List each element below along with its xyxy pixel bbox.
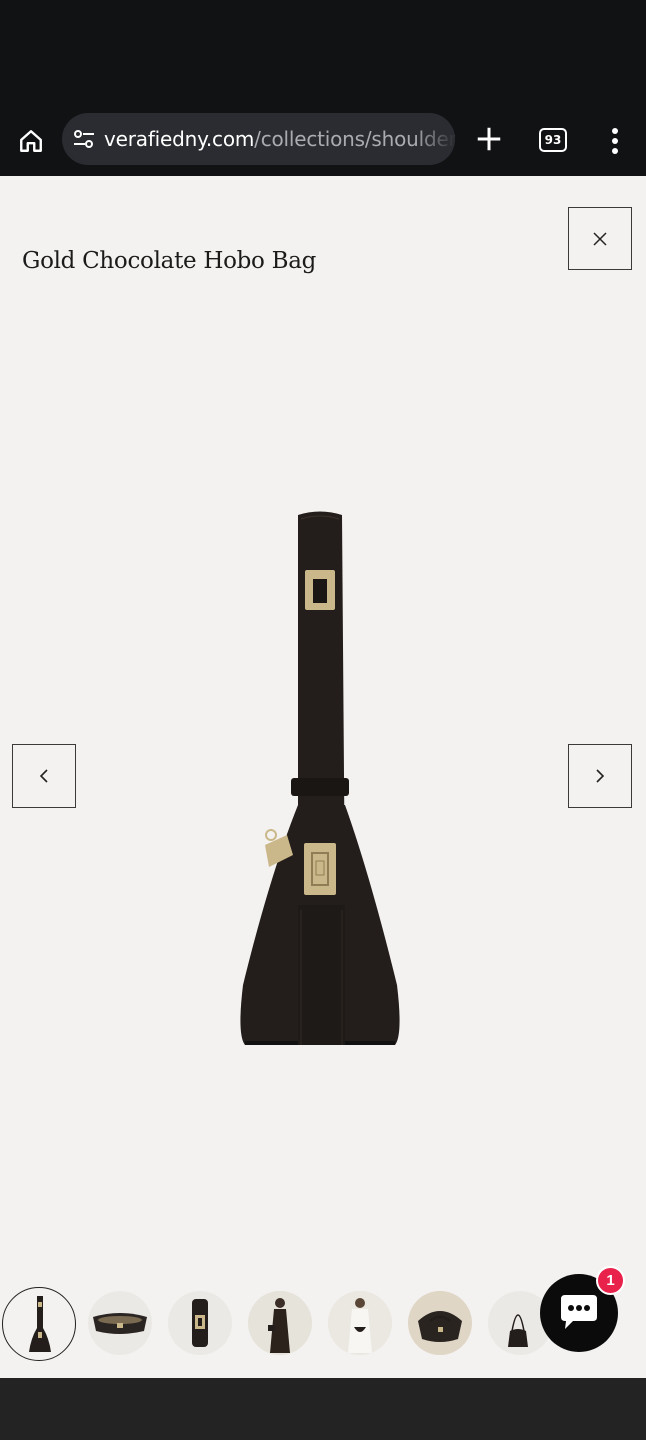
thumbnail-image xyxy=(408,1291,472,1355)
browser-toolbar: verafiedny.com/collections/shoulder- 93 xyxy=(0,110,646,176)
thumbnail-model-white-outfit[interactable] xyxy=(328,1291,392,1355)
thumbnail-image xyxy=(248,1291,312,1355)
url-domain: verafiedny.com xyxy=(104,127,255,151)
thumbnail-image xyxy=(29,1296,51,1352)
product-image xyxy=(240,511,400,1045)
thumbnail-bag-top-view[interactable] xyxy=(88,1291,152,1355)
chevron-left-icon xyxy=(39,769,48,783)
previous-image-button[interactable] xyxy=(12,744,76,808)
close-icon xyxy=(593,231,607,246)
product-title: Gold Chocolate Hobo Bag xyxy=(22,248,317,274)
thumbnail-image xyxy=(328,1291,392,1355)
chat-notification-badge: 1 xyxy=(596,1266,625,1295)
system-navigation-bar xyxy=(0,1378,646,1440)
home-button[interactable] xyxy=(14,124,48,158)
thumbnail-bag-front-clasp[interactable] xyxy=(168,1291,232,1355)
thumbnail-bag-open-tan-lining[interactable] xyxy=(408,1291,472,1355)
next-image-button[interactable] xyxy=(568,744,632,808)
chevron-right-icon xyxy=(596,769,605,783)
status-bar xyxy=(0,0,646,110)
thumbnail-bag-side-view[interactable] xyxy=(2,1287,76,1361)
site-settings-icon[interactable] xyxy=(72,127,96,151)
more-vert-icon[interactable] xyxy=(603,126,627,156)
thumbnail-model-full-length[interactable] xyxy=(248,1291,312,1355)
chat-icon xyxy=(561,1295,597,1329)
thumbnail-image xyxy=(192,1299,208,1347)
home-icon xyxy=(20,130,42,152)
close-button[interactable] xyxy=(568,207,632,270)
url-fade xyxy=(415,113,455,165)
address-bar[interactable]: verafiedny.com/collections/shoulder- xyxy=(62,113,455,165)
plus-icon[interactable] xyxy=(474,124,504,154)
tabs-icon[interactable]: 93 xyxy=(539,128,567,152)
url-text: verafiedny.com/collections/shoulder- xyxy=(104,127,455,151)
thumbnail-image xyxy=(93,1313,147,1334)
tab-count: 93 xyxy=(544,133,562,147)
